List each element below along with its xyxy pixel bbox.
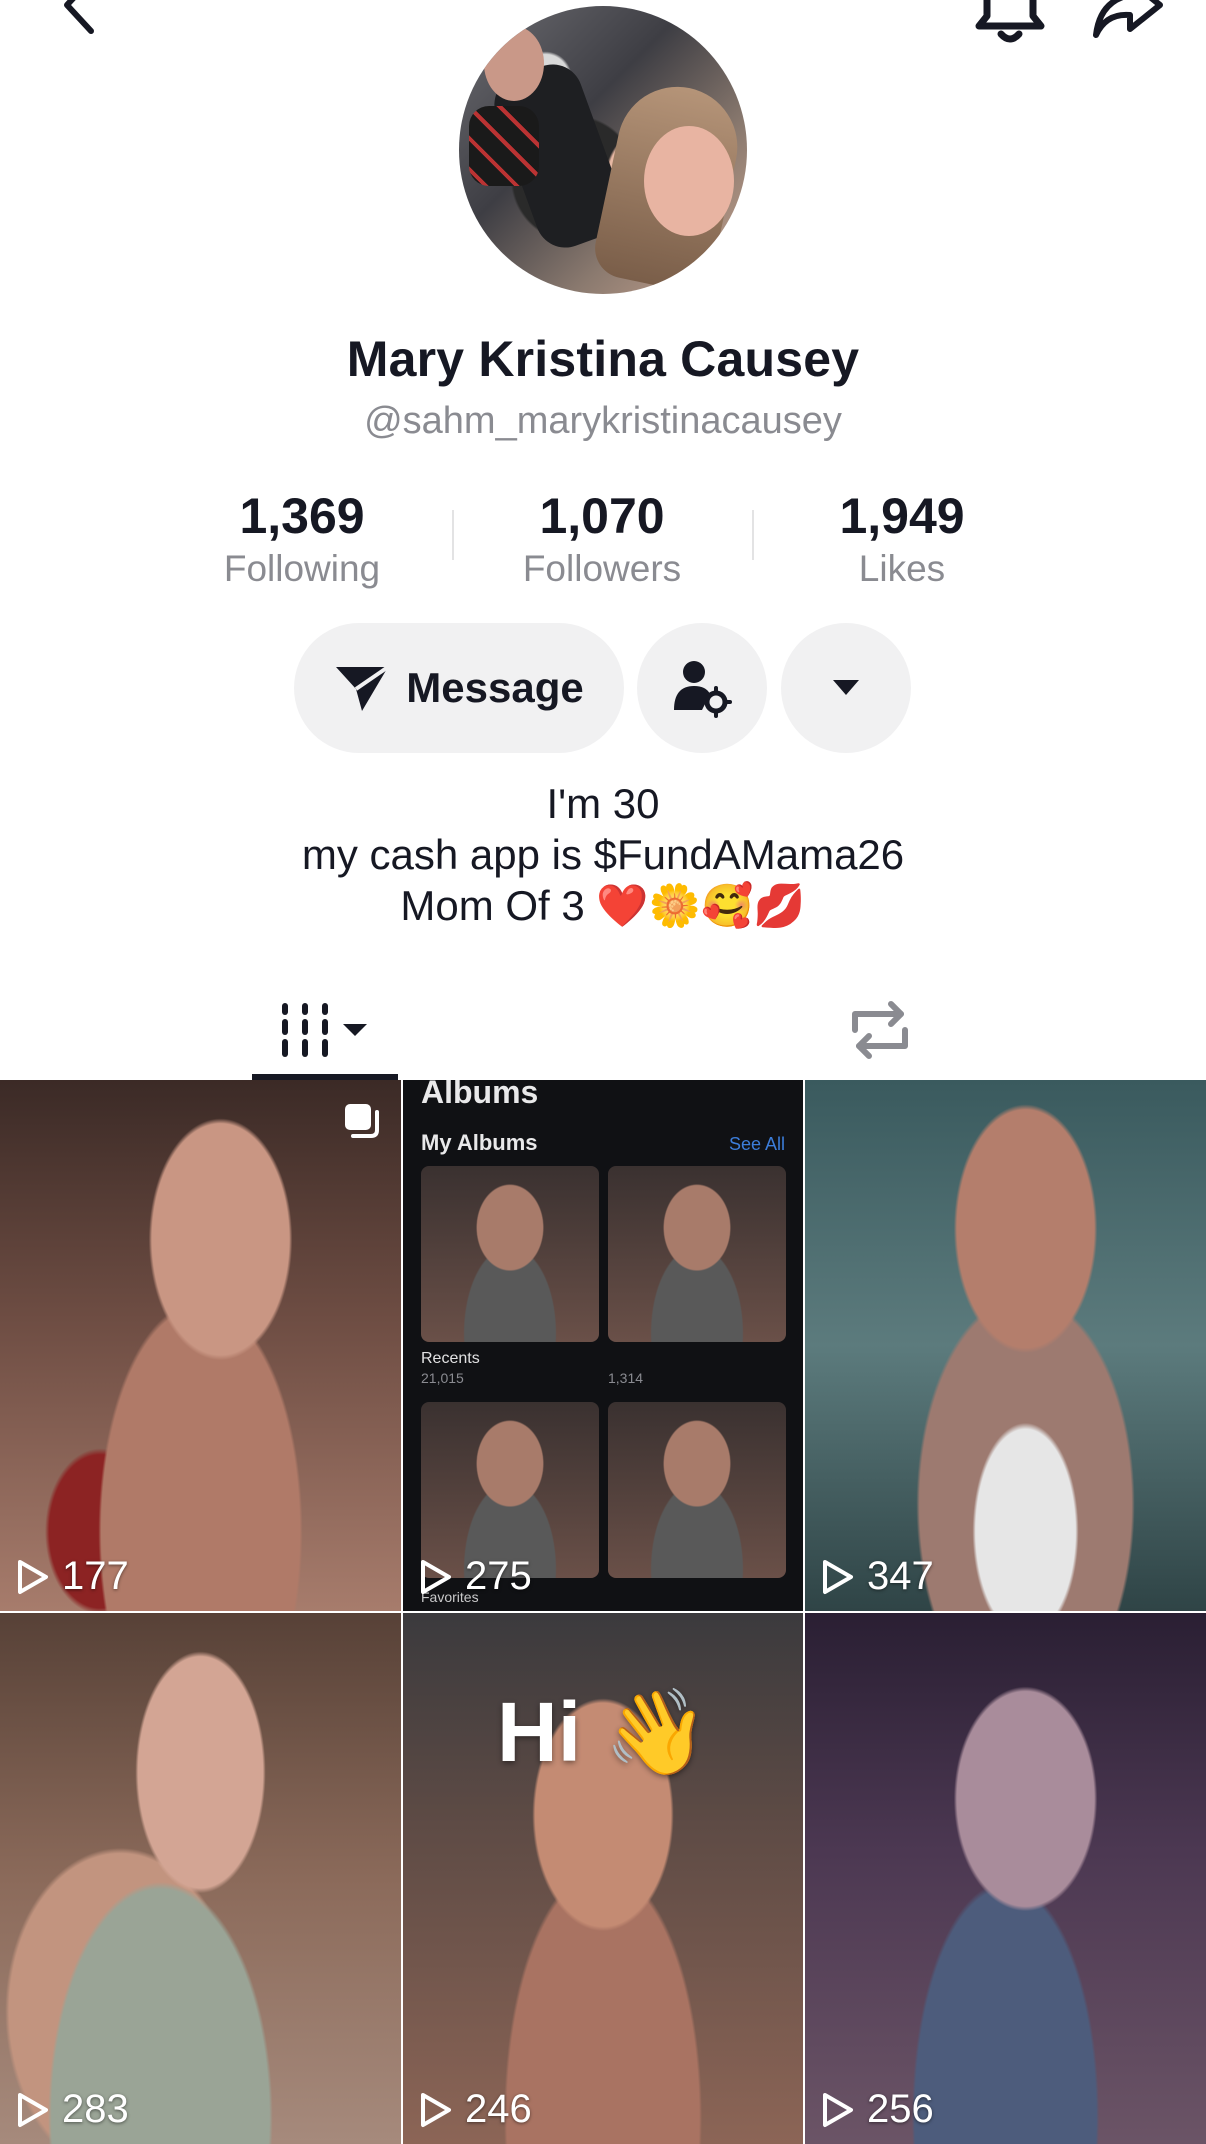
view-count: 246 [419,2087,532,2132]
avatar-photo-detail [644,126,734,236]
play-icon [823,1559,853,1594]
bio-line: I'm 30 [546,780,660,827]
album-thumbnail [608,1166,786,1342]
view-count-value: 246 [465,2087,532,2131]
recents-label: Recents [421,1350,480,1367]
view-count-value: 256 [867,2087,934,2131]
stat-value: 1,949 [839,488,965,544]
see-all-label: See All [728,1134,785,1154]
avatar-photo-detail [484,26,544,101]
view-count: 177 [16,1554,129,1599]
profile-name: Mary Kristina Causey [346,331,860,387]
stat-following[interactable]: 1,369 Following [172,486,432,592]
tab-videos[interactable] [252,980,398,1080]
message-button[interactable]: Message [294,623,624,753]
notifications-button[interactable] [970,0,1050,50]
caret-down-icon [833,680,859,695]
chevron-left-icon [64,0,94,34]
play-icon [421,1559,451,1594]
stat-divider [752,510,754,560]
stat-followers[interactable]: 1,070 Followers [472,486,732,592]
stat-likes[interactable]: 1,949 Likes [772,486,1032,592]
video-thumbnail[interactable]: Hi 👋 246 [403,1613,803,2144]
message-button-label: Message [406,664,584,711]
recents-count: 21,015 [421,1370,464,1386]
bio: I'm 30 my cash app is $FundAMama26 Mom O… [0,778,1206,931]
view-count: 275 [419,1554,532,1599]
avatar-photo-detail [469,106,539,186]
view-count-value: 275 [465,1554,532,1598]
album-thumbnail [421,1166,599,1342]
share-arrow-icon [1093,0,1163,38]
stat-value: 1,369 [239,488,365,544]
grid-columns-icon [282,1003,367,1057]
back-button[interactable] [44,0,114,40]
bio-line: Mom Of 3 ❤️🌼🥰💋 [400,882,806,929]
video-thumbnail[interactable]: Albums My Albums See All Recents 21,015 … [403,1080,803,1611]
tab-reposts[interactable] [820,980,940,1080]
bio-line: my cash app is $FundAMama26 [301,831,905,878]
friends-settings-button[interactable] [637,623,767,753]
share-button[interactable] [1086,0,1170,50]
more-options-button[interactable] [781,623,911,753]
stat-value: 1,070 [539,488,665,544]
my-albums-label: My Albums [421,1130,538,1155]
stat-label: Followers [522,548,682,589]
play-icon [421,2092,451,2127]
video-overlay-text: Hi 👋 [497,1685,709,1779]
avatar[interactable] [459,6,747,294]
view-count-value: 347 [867,1554,934,1598]
album-thumbnail [421,1402,599,1578]
play-icon [18,2092,48,2127]
profile-handle: @sahm_marykristinacausey [364,400,842,442]
video-thumbnail[interactable]: 177 [0,1080,401,1611]
view-count: 256 [821,2087,934,2132]
person-settings-icon [674,661,732,718]
repost-icon [852,1001,908,1059]
send-icon [336,665,390,711]
stat-label: Following [223,548,381,589]
play-icon [18,1559,48,1594]
albums-title: Albums [421,1080,539,1110]
video-thumbnail[interactable]: 347 [805,1080,1206,1611]
stat-divider [452,510,454,560]
view-count: 347 [821,1554,934,1599]
profile-page: Mary Kristina Causey @sahm_marykristinac… [0,0,1206,2144]
video-grid: 177 Albums My Albums See All Recents 21,… [0,1080,1206,2144]
video-thumbnail[interactable]: 283 [0,1613,401,2144]
view-count-value: 177 [62,1554,129,1598]
album-thumbnail [608,1402,786,1578]
stat-label: Likes [858,548,946,589]
pinned-icon [345,1104,379,1138]
bell-icon [975,0,1045,43]
view-count-value: 283 [62,2087,129,2131]
video-thumbnail[interactable]: 256 [805,1613,1206,2144]
play-icon [823,2092,853,2127]
view-count: 283 [16,2087,129,2132]
favorites-count: 1,314 [608,1370,644,1386]
